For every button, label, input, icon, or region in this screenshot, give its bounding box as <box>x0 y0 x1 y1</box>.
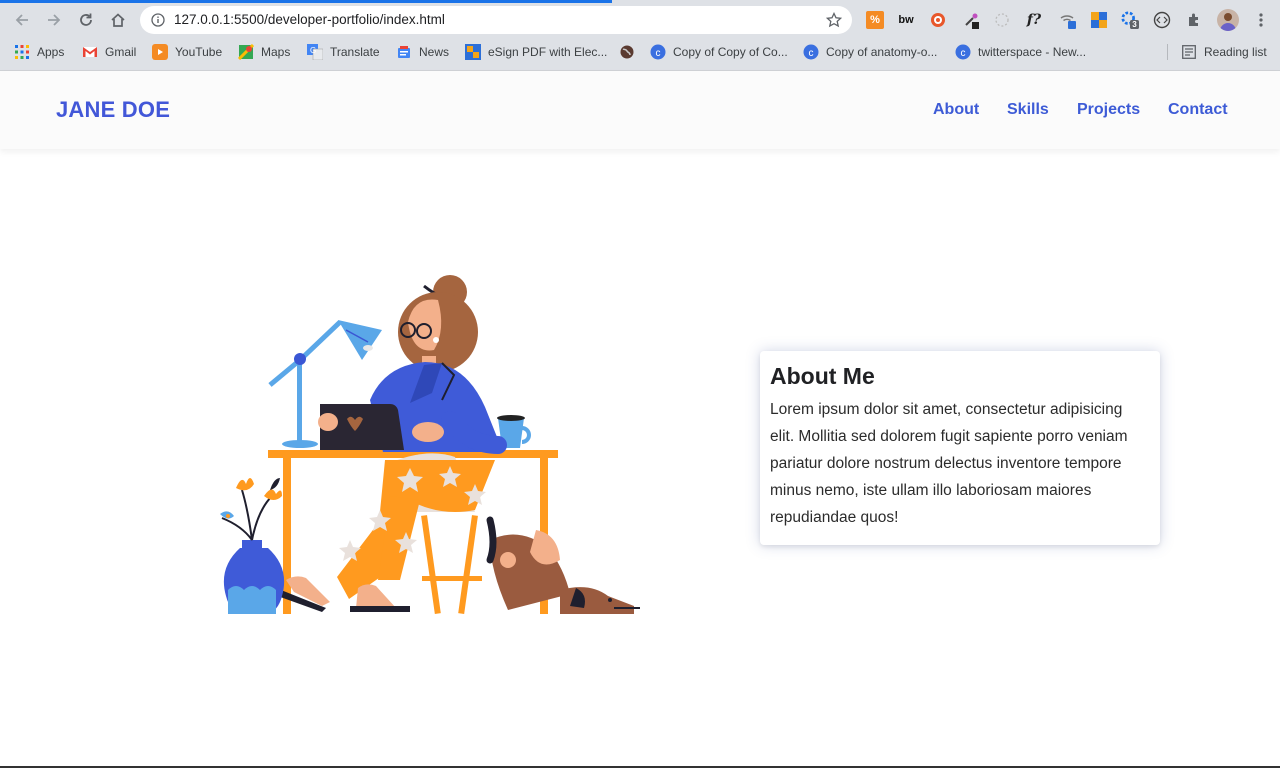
gear-extension-icon[interactable]: 3 <box>1121 11 1139 29</box>
about-text: Lorem ipsum dolor sit amet, consectetur … <box>770 401 1128 526</box>
bookmark-youtube[interactable]: YouTube <box>152 42 222 62</box>
home-icon[interactable] <box>106 8 130 32</box>
bookmark-maps[interactable]: Maps <box>238 42 290 62</box>
target-extension-icon[interactable] <box>929 11 947 29</box>
bookmark-label: News <box>419 45 450 59</box>
bookmark-label: eSign PDF with Elec... <box>488 45 608 59</box>
back-icon[interactable] <box>10 8 34 32</box>
bw-extension-icon[interactable]: bw <box>897 11 915 29</box>
bookmark-label: Copy of anatomy-o... <box>826 45 938 59</box>
nav-projects-link[interactable]: Projects <box>1077 101 1140 119</box>
svg-text:c: c <box>656 48 661 59</box>
bookmark-label: twitterspace - New... <box>978 45 1087 59</box>
svg-text:c: c <box>961 48 966 59</box>
url-text[interactable]: 127.0.0.1:5500/developer-portfolio/index… <box>174 12 445 27</box>
fonts-extension-icon[interactable]: f? <box>1025 11 1043 29</box>
bookmark-label: Copy of Copy of Co... <box>673 45 788 59</box>
bookmark-globe[interactable] <box>619 42 635 62</box>
address-bar[interactable]: 127.0.0.1:5500/developer-portfolio/index… <box>140 6 852 34</box>
reading-list-icon <box>1181 44 1197 60</box>
bookmark-label: Maps <box>261 45 291 59</box>
puzzle-extensions-icon[interactable] <box>1185 11 1203 29</box>
nav-contact-link[interactable]: Contact <box>1168 101 1228 119</box>
hero-illustration <box>210 270 650 620</box>
bookmark-label: Gmail <box>105 45 137 59</box>
grid-extension-icon[interactable] <box>1090 11 1108 29</box>
dog-icon <box>486 516 640 614</box>
gmail-icon <box>82 44 98 60</box>
reload-icon[interactable] <box>74 8 98 32</box>
about-card: About Me Lorem ipsum dolor sit amet, con… <box>760 351 1160 545</box>
bookmarks-divider <box>1167 44 1168 60</box>
bookmark-star-icon[interactable] <box>825 11 843 33</box>
bookmark-label: YouTube <box>175 45 223 59</box>
wifi-extension-icon[interactable] <box>1059 11 1077 29</box>
browser-chrome: 127.0.0.1:5500/developer-portfolio/index… <box>0 0 1280 71</box>
bookmark-gmail[interactable]: Gmail <box>82 42 136 62</box>
youtube-icon <box>152 44 168 60</box>
info-icon[interactable] <box>151 13 165 32</box>
reading-list-button[interactable]: Reading list <box>1181 42 1267 62</box>
bookmarks-bar: Apps Gmail YouTube Maps G Translate News… <box>0 38 1280 66</box>
c-icon: c <box>803 44 819 60</box>
bookmark-esign[interactable]: eSign PDF with Elec... <box>465 42 607 62</box>
about-title: About Me <box>770 363 875 389</box>
reading-list-label: Reading list <box>1204 45 1267 59</box>
maps-icon <box>238 44 254 60</box>
globe-icon <box>619 44 635 60</box>
bookmark-apps[interactable]: Apps <box>14 42 64 62</box>
c-icon: c <box>955 44 971 60</box>
page-load-progress <box>0 0 612 3</box>
nav-about-link[interactable]: About <box>933 101 979 119</box>
svg-text:c: c <box>809 48 814 59</box>
bookmark-label: Translate <box>330 45 380 59</box>
eyedropper-extension-icon[interactable] <box>962 11 980 29</box>
bookmark-copy-1[interactable]: c Copy of Copy of Co... <box>650 42 788 62</box>
forward-icon[interactable] <box>42 8 66 32</box>
kebab-menu-icon[interactable] <box>1252 11 1270 29</box>
apps-grid-icon <box>14 44 30 60</box>
code-extension-icon[interactable] <box>1153 11 1171 29</box>
svg-text:3: 3 <box>1132 20 1137 29</box>
site-brand[interactable]: JANE DOE <box>56 97 170 123</box>
bookmark-twitterspace[interactable]: c twitterspace - New... <box>955 42 1086 62</box>
site-header: JANE DOE About Skills Projects Contact <box>0 71 1280 149</box>
news-icon <box>396 44 412 60</box>
esign-icon <box>465 44 481 60</box>
bookmark-news[interactable]: News <box>396 42 449 62</box>
translate-icon: G <box>307 44 323 60</box>
coupon-extension-icon[interactable]: % <box>866 11 884 29</box>
browser-toolbar: 127.0.0.1:5500/developer-portfolio/index… <box>0 5 1280 35</box>
nav-skills-link[interactable]: Skills <box>1007 101 1049 119</box>
bookmark-label: Apps <box>37 45 65 59</box>
profile-avatar[interactable] <box>1217 9 1239 31</box>
dotted-extension-icon[interactable] <box>993 11 1011 29</box>
flower-vase-icon <box>220 478 285 614</box>
bookmark-translate[interactable]: G Translate <box>307 42 380 62</box>
c-icon: c <box>650 44 666 60</box>
svg-text:G: G <box>310 46 316 55</box>
bookmark-copy-2[interactable]: c Copy of anatomy-o... <box>803 42 937 62</box>
